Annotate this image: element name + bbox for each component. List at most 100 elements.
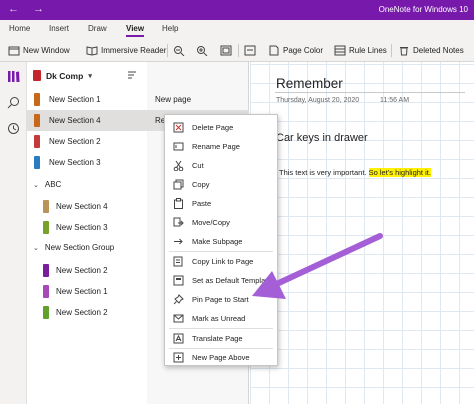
section-item[interactable]: New Section 4 [27, 196, 147, 217]
active-tab-indicator [126, 35, 144, 37]
page-color-button[interactable]: Page Color [268, 43, 323, 58]
menu-item-delete-page[interactable]: Delete Page [165, 118, 277, 137]
tab-home[interactable]: Home [9, 24, 30, 33]
view-toolbar: New Window Immersive Reader Page Color R… [0, 39, 474, 62]
section-group-new[interactable]: ⌄ New Section Group [33, 243, 114, 252]
menu-item-label: Copy Link to Page [192, 257, 254, 266]
paste-icon [173, 198, 184, 209]
back-arrow-icon[interactable]: ← [8, 3, 19, 15]
section-group-label: ABC [44, 180, 62, 189]
translate-icon [173, 333, 184, 344]
mark-unread-icon [173, 313, 184, 324]
note-body-plain: This text is very important. [279, 168, 367, 177]
section-color-tab [43, 285, 49, 298]
forward-arrow-icon[interactable]: → [33, 3, 44, 15]
zoom-in-button[interactable] [196, 43, 208, 58]
section-color-tab [43, 221, 49, 234]
page-title[interactable]: Remember [276, 76, 343, 91]
search-icon[interactable] [7, 96, 20, 109]
navigation-rail [0, 62, 27, 404]
menu-item-set-default-template[interactable]: Set as Default Template [165, 271, 277, 290]
page-item[interactable]: New page [147, 89, 249, 110]
toolbar-divider [238, 44, 239, 57]
menu-item-label: Move/Copy [192, 218, 230, 227]
section-item[interactable]: New Section 1 [27, 89, 147, 110]
menu-item-label: Copy [192, 180, 210, 189]
notebook-name: Dk Comp [46, 70, 84, 81]
section-item[interactable]: New Section 2 [27, 260, 147, 281]
link-icon [173, 256, 184, 267]
menu-item-make-subpage[interactable]: Make Subpage [165, 232, 277, 251]
immersive-reader-label: Immersive Reader [101, 46, 167, 55]
page-label: New page [155, 95, 192, 104]
immersive-reader-button[interactable]: Immersive Reader [86, 43, 166, 58]
trash-icon [398, 45, 410, 56]
section-item-selected[interactable]: New Section 4 [27, 110, 147, 131]
section-label: New Section 3 [56, 223, 108, 232]
tab-draw[interactable]: Draw [88, 24, 107, 33]
ribbon-tabs: Home Insert Draw View Help [0, 20, 474, 39]
rule-lines-label: Rule Lines [349, 46, 387, 55]
menu-item-rename-page[interactable]: Rename Page [165, 137, 277, 156]
rule-lines-button[interactable]: Rule Lines [334, 43, 387, 58]
notebook-selector[interactable]: Dk Comp ▾ [33, 70, 92, 81]
copy-icon [173, 179, 184, 190]
page-width-button[interactable] [244, 43, 256, 58]
note-canvas[interactable] [250, 62, 474, 404]
subpage-icon [173, 236, 184, 247]
menu-item-copy-link[interactable]: Copy Link to Page [165, 252, 277, 271]
new-window-button[interactable]: New Window [8, 43, 70, 58]
sort-icon[interactable] [127, 71, 137, 80]
zoom-100-button[interactable] [220, 43, 232, 58]
pin-icon [173, 294, 184, 305]
tab-help[interactable]: Help [162, 24, 178, 33]
menu-item-label: Delete Page [192, 123, 234, 132]
move-copy-icon [173, 217, 184, 228]
page-width-icon [244, 45, 256, 56]
page-date: Thursday, August 20, 2020 [276, 97, 360, 104]
note-heading[interactable]: Car keys in drawer [276, 132, 368, 144]
menu-item-mark-unread[interactable]: Mark as Unread [165, 309, 277, 328]
tab-insert[interactable]: Insert [49, 24, 69, 33]
section-item[interactable]: New Section 2 [27, 131, 147, 152]
section-label: New Section 2 [56, 266, 108, 275]
section-label: New Section 1 [49, 95, 101, 104]
menu-item-label: Make Subpage [192, 237, 243, 246]
menu-item-copy[interactable]: Copy [165, 175, 277, 194]
section-group-abc[interactable]: ⌄ ABC [33, 180, 61, 189]
tab-view[interactable]: View [126, 24, 144, 33]
menu-item-label: New Page Above [192, 353, 250, 362]
section-color-tab [34, 114, 40, 127]
section-item[interactable]: New Section 3 [27, 217, 147, 238]
menu-item-pin-to-start[interactable]: Pin Page to Start [165, 290, 277, 309]
deleted-notes-label: Deleted Notes [413, 46, 464, 55]
zoom-out-button[interactable] [173, 43, 185, 58]
section-color-tab [43, 264, 49, 277]
section-color-tab [34, 156, 40, 169]
chevron-down-icon: ⌄ [33, 244, 39, 252]
menu-item-label: Cut [192, 161, 204, 170]
menu-item-cut[interactable]: Cut [165, 156, 277, 175]
notebooks-icon[interactable] [7, 70, 20, 83]
rename-icon [173, 141, 184, 152]
menu-item-paste[interactable]: Paste [165, 194, 277, 213]
deleted-notes-button[interactable]: Deleted Notes [398, 43, 464, 58]
title-underline [275, 92, 465, 93]
recent-notes-icon[interactable] [7, 122, 20, 135]
note-body-text[interactable]: This text is very important. So let's hi… [279, 168, 431, 177]
page-context-menu: Delete Page Rename Page Cut Copy Paste M… [164, 114, 278, 366]
menu-item-new-page-above[interactable]: New Page Above [165, 348, 277, 367]
toolbar-divider [167, 44, 168, 57]
new-page-icon [173, 352, 184, 363]
section-item[interactable]: New Section 2 [27, 302, 147, 323]
immersive-reader-icon [86, 45, 98, 56]
note-body-highlighted: So let's highlight it. [368, 168, 431, 177]
menu-item-translate-page[interactable]: Translate Page [165, 329, 277, 348]
toolbar-divider [391, 44, 392, 57]
menu-item-move-copy[interactable]: Move/Copy [165, 213, 277, 232]
menu-item-label: Mark as Unread [192, 314, 246, 323]
section-item[interactable]: New Section 1 [27, 281, 147, 302]
sections-panel: Dk Comp ▾ New Section 1 New Section 4 Ne… [27, 62, 147, 404]
section-label: New Section 4 [56, 202, 108, 211]
section-item[interactable]: New Section 3 [27, 152, 147, 173]
